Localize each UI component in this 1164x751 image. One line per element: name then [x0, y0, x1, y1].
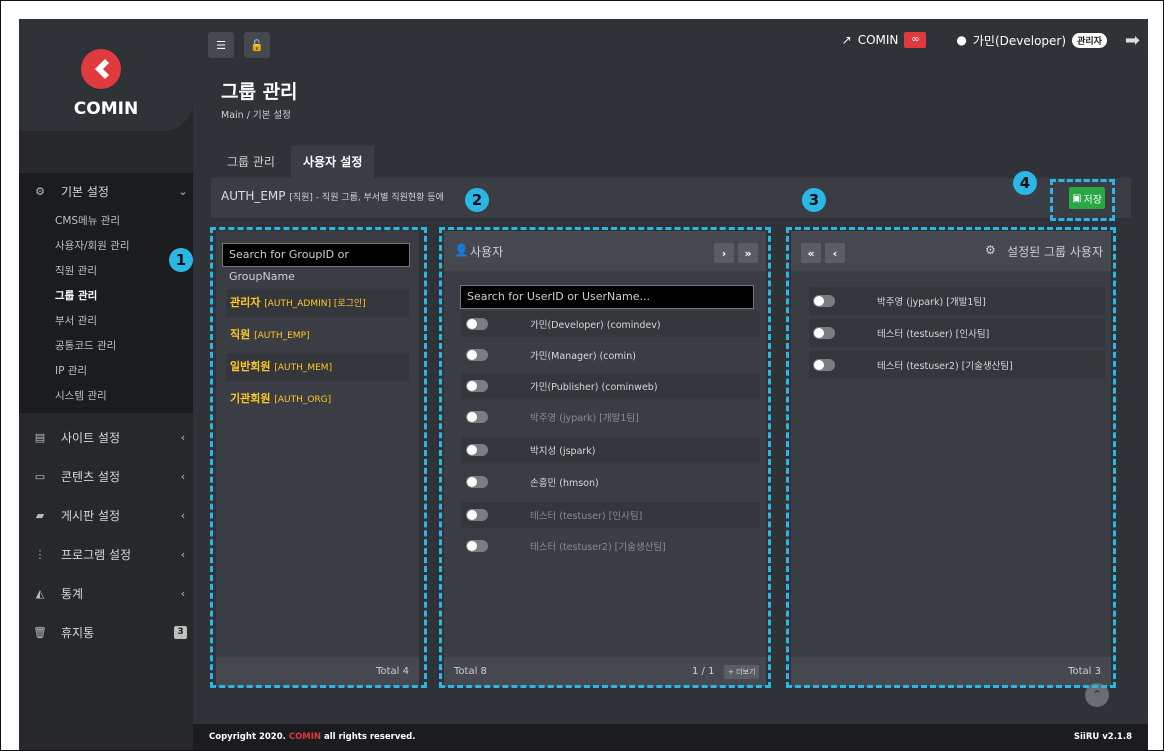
version: SiiRU v2.1.8 [1073, 732, 1132, 742]
comments-icon: ▰ [35, 508, 45, 522]
annotation-badge-1: 1 [169, 248, 193, 272]
annotation-badge-2: 2 [465, 188, 489, 212]
nav-label: 통계 [61, 586, 84, 601]
chevron-left-icon: ‹ [180, 586, 186, 600]
annotation-box-groups [210, 227, 427, 688]
tab-group-management[interactable]: 그룹 관리 [215, 146, 287, 178]
chevron-left-icon: ‹ [180, 469, 186, 483]
group-desc: [직원] - 직원 그룹, 부서별 직원현황 등에 [289, 193, 444, 203]
gears-icon: ⚙ [35, 184, 45, 198]
unlock-icon: 🔓 [250, 38, 264, 52]
copyright-brand: COMIN [288, 732, 322, 742]
content-icon: ▭ [34, 469, 46, 483]
basic-settings-group: ⚙ 기본 설정 ⌄ CMS메뉴 관리 사용자/회원 관리 직원 관리 그룹 관리… [19, 173, 193, 413]
area-chart-icon: ◭ [35, 586, 45, 600]
nav-trash[interactable]: 🗑 휴지통 3 [19, 614, 193, 650]
copyright-prefix: Copyright 2020. [209, 732, 286, 742]
site-icon: ▤ [34, 430, 46, 444]
nav-label: 사이트 설정 [61, 430, 121, 445]
logo-area: COMIN [19, 19, 193, 131]
chevron-left-icon: ‹ [180, 547, 186, 561]
nav-content-settings[interactable]: ▭ 콘텐츠 설정 ‹ [19, 458, 193, 494]
sidebar: COMIN ⚙ 기본 설정 ⌄ CMS메뉴 관리 사용자/회원 관리 직원 관리… [19, 19, 193, 750]
breadcrumb: Main / 기본 설정 [221, 110, 291, 121]
sign-out-icon[interactable]: ➡ [1125, 30, 1140, 51]
tab-user-settings[interactable]: 사용자 설정 [291, 146, 375, 178]
user-circle-icon: ● [956, 33, 967, 47]
nav-statistics[interactable]: ◭ 통계 ‹ [19, 575, 193, 611]
sitemap-icon: ⋮ [34, 547, 46, 561]
copyright-suffix: all rights reserved. [324, 732, 416, 742]
sidebar-item-system[interactable]: 시스템 관리 [55, 386, 107, 406]
nav-site-settings[interactable]: ▤ 사이트 설정 ‹ [19, 419, 193, 455]
comin-logo-icon[interactable] [81, 49, 121, 89]
nav-basic-settings[interactable]: ⚙ 기본 설정 ⌄ [19, 173, 193, 209]
logo-text[interactable]: COMIN [19, 99, 193, 119]
group-info-text: AUTH_EMP [직원] - 직원 그룹, 부서별 직원현황 등에 [221, 189, 444, 203]
sidebar-item-department[interactable]: 부서 관리 [55, 311, 97, 331]
page-title: 그룹 관리 [221, 81, 298, 103]
nav-label: 프로그램 설정 [61, 547, 132, 562]
sidebar-item-user-member[interactable]: 사용자/회원 관리 [55, 236, 130, 256]
screenshot-frame: COMIN ⚙ 기본 설정 ⌄ CMS메뉴 관리 사용자/회원 관리 직원 관리… [0, 0, 1164, 751]
sidebar-item-ip[interactable]: IP 관리 [55, 361, 87, 381]
annotation-badge-3: 3 [802, 188, 826, 212]
list-icon: ☰ [216, 38, 226, 52]
user-name[interactable]: 가민(Developer) [973, 32, 1066, 49]
site-link[interactable]: COMIN [858, 33, 899, 47]
external-link-icon[interactable]: ↗ [842, 33, 852, 47]
nav-board-settings[interactable]: ▰ 게시판 설정 ‹ [19, 497, 193, 533]
sidebar-item-common-code[interactable]: 공통코드 관리 [55, 336, 116, 356]
list-toggle-button[interactable]: ☰ [208, 32, 234, 58]
group-id: AUTH_EMP [221, 189, 286, 203]
chevron-up-icon: ⌃ [1091, 688, 1103, 702]
sidebar-item-cms-menu[interactable]: CMS메뉴 관리 [55, 211, 120, 231]
annotation-box-save [1050, 179, 1115, 221]
nav-label: 기본 설정 [61, 184, 109, 199]
app-window: COMIN ⚙ 기본 설정 ⌄ CMS메뉴 관리 사용자/회원 관리 직원 관리… [19, 19, 1148, 750]
annotation-box-assigned [786, 227, 1116, 688]
annotation-badge-4: 4 [1013, 171, 1037, 195]
group-info-bar: AUTH_EMP [직원] - 직원 그룹, 부서별 직원현황 등에 ▣ 저장 [211, 178, 1131, 218]
nav-label: 콘텐츠 설정 [61, 469, 121, 484]
nav-program-settings[interactable]: ⋮ 프로그램 설정 ‹ [19, 536, 193, 572]
sidebar-item-group[interactable]: 그룹 관리 [55, 286, 97, 306]
footer: Copyright 2020. COMIN all rights reserve… [193, 724, 1148, 750]
copyright: Copyright 2020. COMIN all rights reserve… [209, 732, 415, 742]
chevron-down-icon: ⌄ [178, 184, 188, 198]
unlock-button[interactable]: 🔓 [244, 32, 270, 58]
nav-label: 게시판 설정 [61, 508, 121, 523]
trash-icon: 🗑 [33, 625, 47, 639]
sidebar-item-employee[interactable]: 직원 관리 [55, 261, 97, 281]
trash-count-badge: 3 [174, 625, 187, 639]
role-badge: 관리자 [1072, 32, 1107, 48]
nav-label: 휴지통 [61, 625, 95, 640]
link-icon[interactable]: ∞ [904, 32, 927, 48]
chevron-left-icon: ‹ [180, 430, 186, 444]
chevron-left-icon: ‹ [180, 508, 186, 522]
top-right-bar: ↗ COMIN ∞ ● 가민(Developer) 관리자 ➡ [842, 29, 1140, 51]
annotation-box-users [439, 227, 771, 688]
